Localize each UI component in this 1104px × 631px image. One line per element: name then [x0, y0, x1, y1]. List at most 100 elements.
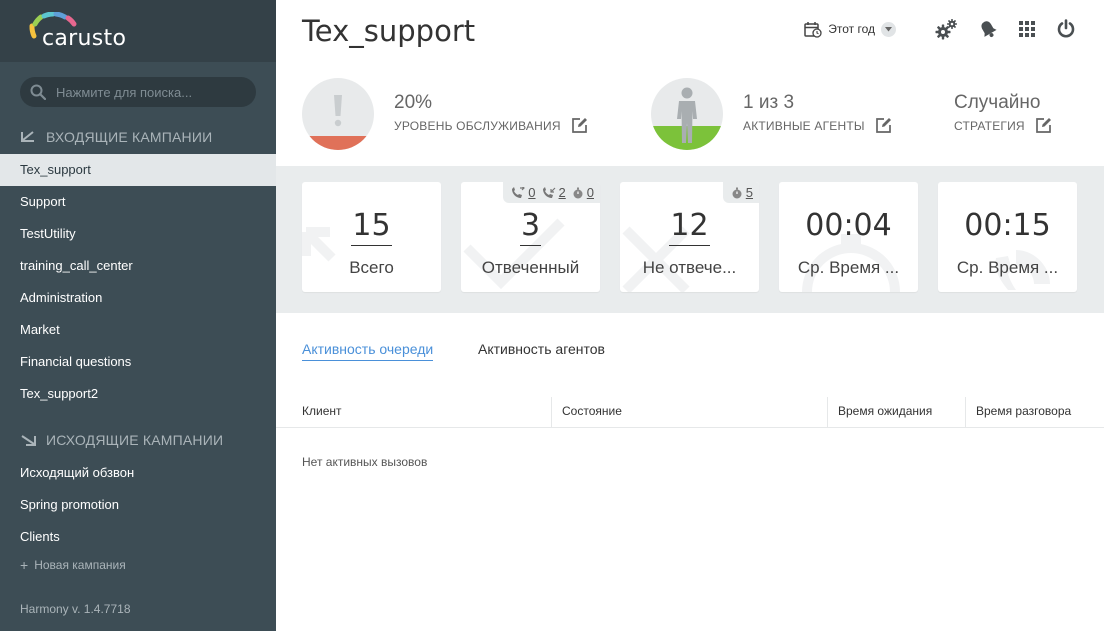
badge-abandoned-count: 5 [745, 185, 753, 200]
plus-icon: + [20, 557, 29, 573]
tab-queue-activity[interactable]: Активность очереди [302, 341, 434, 361]
service-level-gauge [302, 78, 374, 150]
search-icon [30, 84, 46, 100]
settings-button[interactable] [934, 18, 958, 40]
unanswered-badges: 5 [722, 182, 759, 203]
sidebar-item-tex-support2[interactable]: Tex_support2 [0, 378, 276, 410]
bell-icon [981, 21, 997, 38]
outgoing-campaigns-label: ИСХОДЯЩИЕ КАМПАНИИ [46, 432, 224, 448]
service-level-fill [302, 136, 374, 150]
stat-card-unanswered[interactable]: 5 12 Не отвече... [620, 182, 759, 292]
stat-avg-wait-value: 00:04 [779, 208, 918, 243]
sidebar-item-outgoing-dial[interactable]: Исходящий обзвон [0, 457, 276, 489]
active-agents-value: 1 из 3 [743, 92, 795, 113]
strategy-label-row: СТРАТЕГИЯ [954, 117, 1052, 134]
badge-transferred[interactable]: 0 [511, 185, 536, 200]
stat-total-value: 15 [302, 208, 441, 246]
new-campaign-button[interactable]: + Новая кампания [20, 557, 126, 573]
top-controls: Этот год [804, 18, 1076, 40]
stopwatch-icon [573, 187, 583, 198]
sidebar: carusto ВХОДЯЩИЕ КАМПАНИИ Tex_support Su… [0, 0, 276, 631]
stat-card-avg-talk[interactable]: 00:15 Ср. Время ... [938, 182, 1077, 292]
stat-avg-wait-number: 00:04 [805, 208, 892, 243]
column-wait-time[interactable]: Время ожидания [827, 397, 965, 427]
person-icon [677, 87, 697, 143]
answered-badges: 0 2 0 [503, 182, 600, 203]
search-input[interactable] [56, 77, 246, 107]
empty-table-message: Нет активных вызовов [302, 455, 428, 469]
stat-unanswered-label: Не отвече... [642, 258, 737, 277]
badge-transferred-count: 0 [528, 185, 536, 200]
sidebar-item-financial-questions[interactable]: Financial questions [0, 346, 276, 378]
sidebar-item-clients[interactable]: Clients [0, 521, 276, 553]
stat-card-answered[interactable]: 0 2 0 3 Отвеченный [461, 182, 600, 292]
stat-card-avg-wait[interactable]: 00:04 Ср. Время ... [779, 182, 918, 292]
sidebar-item-market[interactable]: Market [0, 314, 276, 346]
active-agents-gauge [651, 78, 723, 150]
notifications-button[interactable] [978, 19, 998, 39]
tab-agent-activity[interactable]: Активность агентов [478, 341, 605, 357]
stat-avg-wait-label: Ср. Время ... [797, 258, 900, 277]
sidebar-item-training-call-center[interactable]: training_call_center [0, 250, 276, 282]
power-icon [1057, 19, 1075, 38]
sidebar-item-tex-support[interactable]: Tex_support [0, 154, 276, 186]
stat-avg-talk-number: 00:15 [964, 208, 1051, 243]
main-content: Tex_support Этот год 20% УРОВЕНЬ ОБСЛУЖИ… [276, 0, 1104, 631]
active-agents-label: АКТИВНЫЕ АГЕНТЫ [743, 118, 865, 133]
service-level-label-row: УРОВЕНЬ ОБСЛУЖИВАНИЯ [394, 117, 588, 134]
column-state[interactable]: Состояние [551, 397, 828, 427]
sidebar-item-support[interactable]: Support [0, 186, 276, 218]
stat-avg-talk-label: Ср. Время ... [956, 258, 1059, 277]
sidebar-item-spring-promotion[interactable]: Spring promotion [0, 489, 276, 521]
apps-button[interactable] [1018, 20, 1036, 38]
active-agents-label-row: АКТИВНЫЕ АГЕНТЫ [743, 117, 892, 134]
incoming-arrow-icon [21, 131, 34, 142]
badge-timer-count: 0 [586, 185, 594, 200]
stat-avg-talk-value: 00:15 [938, 208, 1077, 243]
edit-icon[interactable] [1035, 117, 1052, 134]
strategy-value: Случайно [954, 92, 1041, 113]
outgoing-arrow-icon [21, 435, 36, 446]
logo-text: carusto [42, 26, 127, 51]
stat-total-label: Всего [349, 258, 394, 277]
period-selector[interactable]: Этот год [804, 21, 896, 38]
sidebar-item-administration[interactable]: Administration [0, 282, 276, 314]
incoming-campaigns-header[interactable]: ВХОДЯЩИЕ КАМПАНИИ [20, 128, 212, 146]
new-campaign-label: Новая кампания [34, 558, 126, 572]
outgoing-campaigns-header[interactable]: ИСХОДЯЩИЕ КАМПАНИИ [20, 431, 223, 449]
badge-timer[interactable]: 0 [572, 185, 594, 200]
logout-button[interactable] [1056, 19, 1076, 39]
search-box[interactable] [20, 77, 256, 107]
apps-grid-icon [1019, 21, 1035, 37]
sidebar-item-testutility[interactable]: TestUtility [0, 218, 276, 250]
stat-unanswered-value: 12 [620, 208, 759, 246]
edit-icon[interactable] [571, 117, 588, 134]
incoming-campaigns-label: ВХОДЯЩИЕ КАМПАНИИ [46, 129, 213, 145]
column-client[interactable]: Клиент [292, 397, 552, 427]
stat-unanswered-number: 12 [669, 208, 710, 246]
stat-card-total[interactable]: 15 Всего [302, 182, 441, 292]
calls-table-header: Клиент Состояние Время ожидания Время ра… [276, 397, 1104, 428]
stat-total-number: 15 [351, 208, 392, 246]
service-level-value: 20% [394, 92, 433, 113]
phone-transfer-icon [512, 186, 526, 198]
stat-answered-value: 3 [461, 208, 600, 246]
stat-answered-label: Отвеченный [481, 258, 580, 277]
edit-icon[interactable] [875, 117, 892, 134]
exclamation-icon [334, 95, 342, 127]
page-title: Tex_support [302, 14, 476, 48]
stats-band: 15 Всего 0 2 0 3 Отвеченный 5 12 Не отве… [276, 166, 1104, 313]
gears-icon [935, 19, 957, 40]
phone-callback-icon [542, 186, 555, 198]
period-label: Этот год [828, 22, 875, 36]
chevron-down-icon [881, 21, 896, 37]
logo[interactable]: carusto [0, 0, 276, 62]
stat-answered-number: 3 [519, 208, 542, 246]
stopwatch-icon [732, 187, 742, 198]
calendar-icon [804, 21, 822, 38]
column-talk-time[interactable]: Время разговора [965, 397, 1104, 427]
version-text: Harmony v. 1.4.7718 [20, 602, 131, 616]
badge-callback[interactable]: 2 [542, 185, 566, 200]
badge-abandoned-timer[interactable]: 5 [731, 185, 753, 200]
service-level-label: УРОВЕНЬ ОБСЛУЖИВАНИЯ [394, 118, 561, 133]
